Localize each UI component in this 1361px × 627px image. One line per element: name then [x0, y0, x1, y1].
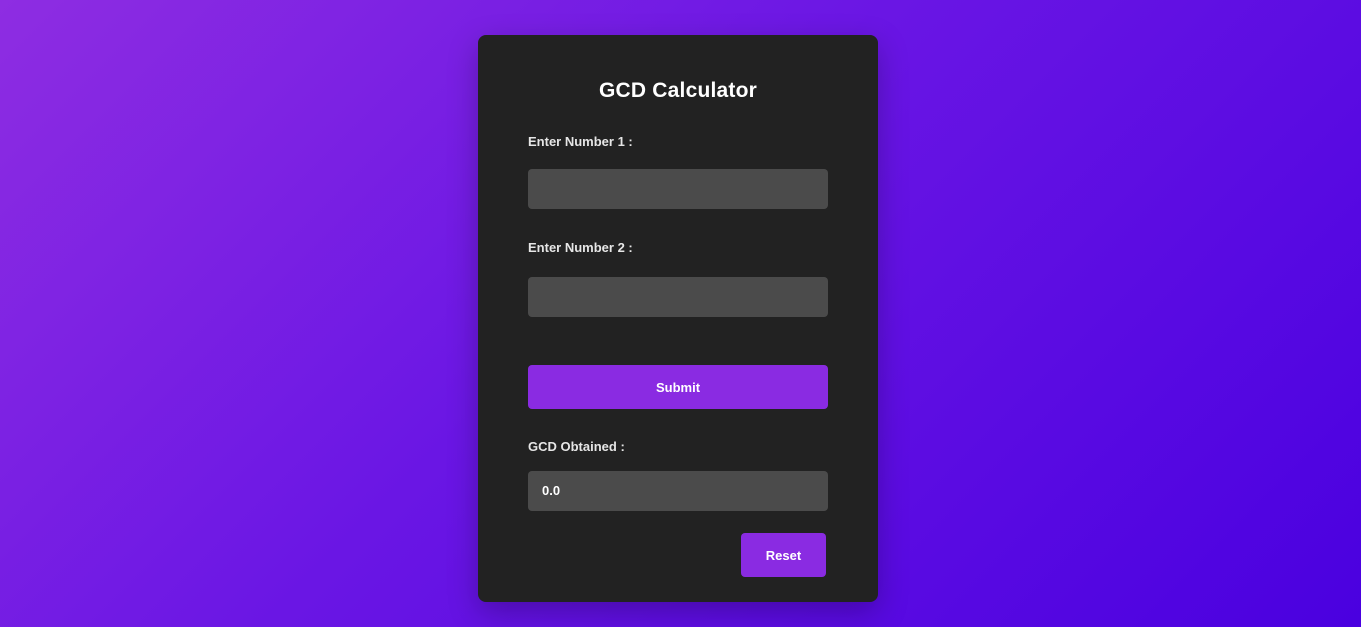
reset-button[interactable]: Reset — [741, 533, 826, 577]
submit-button[interactable]: Submit — [528, 365, 828, 409]
number1-input[interactable] — [528, 169, 828, 209]
number2-label: Enter Number 2 : — [528, 240, 633, 255]
page-title: GCD Calculator — [599, 79, 757, 102]
gcd-result-field: 0.0 — [528, 471, 828, 511]
result-label: GCD Obtained : — [528, 439, 625, 454]
calculator-card: GCD Calculator Enter Number 1 : Enter Nu… — [478, 35, 878, 602]
number1-label: Enter Number 1 : — [528, 134, 633, 149]
number2-input[interactable] — [528, 277, 828, 317]
